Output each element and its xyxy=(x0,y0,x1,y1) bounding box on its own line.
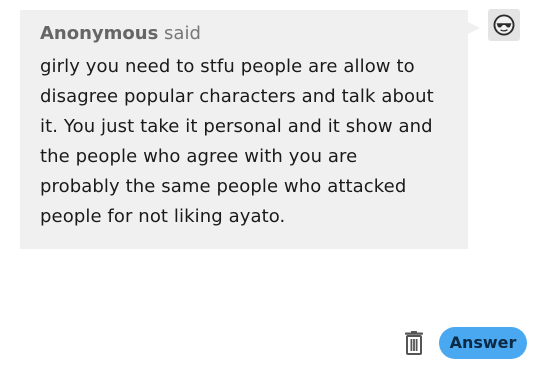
said-label: said xyxy=(164,23,201,44)
answer-button[interactable]: Answer xyxy=(439,327,527,359)
delete-button[interactable] xyxy=(403,330,425,356)
sunglasses-face-icon xyxy=(493,14,515,36)
asker-line: Anonymous said xyxy=(40,22,448,46)
asker-name: Anonymous xyxy=(40,23,159,44)
ask-bubble: Anonymous said girly you need to stfu pe… xyxy=(20,10,480,249)
trash-icon xyxy=(405,331,423,355)
question-text: girly you need to stfu people are allow … xyxy=(40,56,434,227)
anonymous-avatar xyxy=(488,9,520,41)
